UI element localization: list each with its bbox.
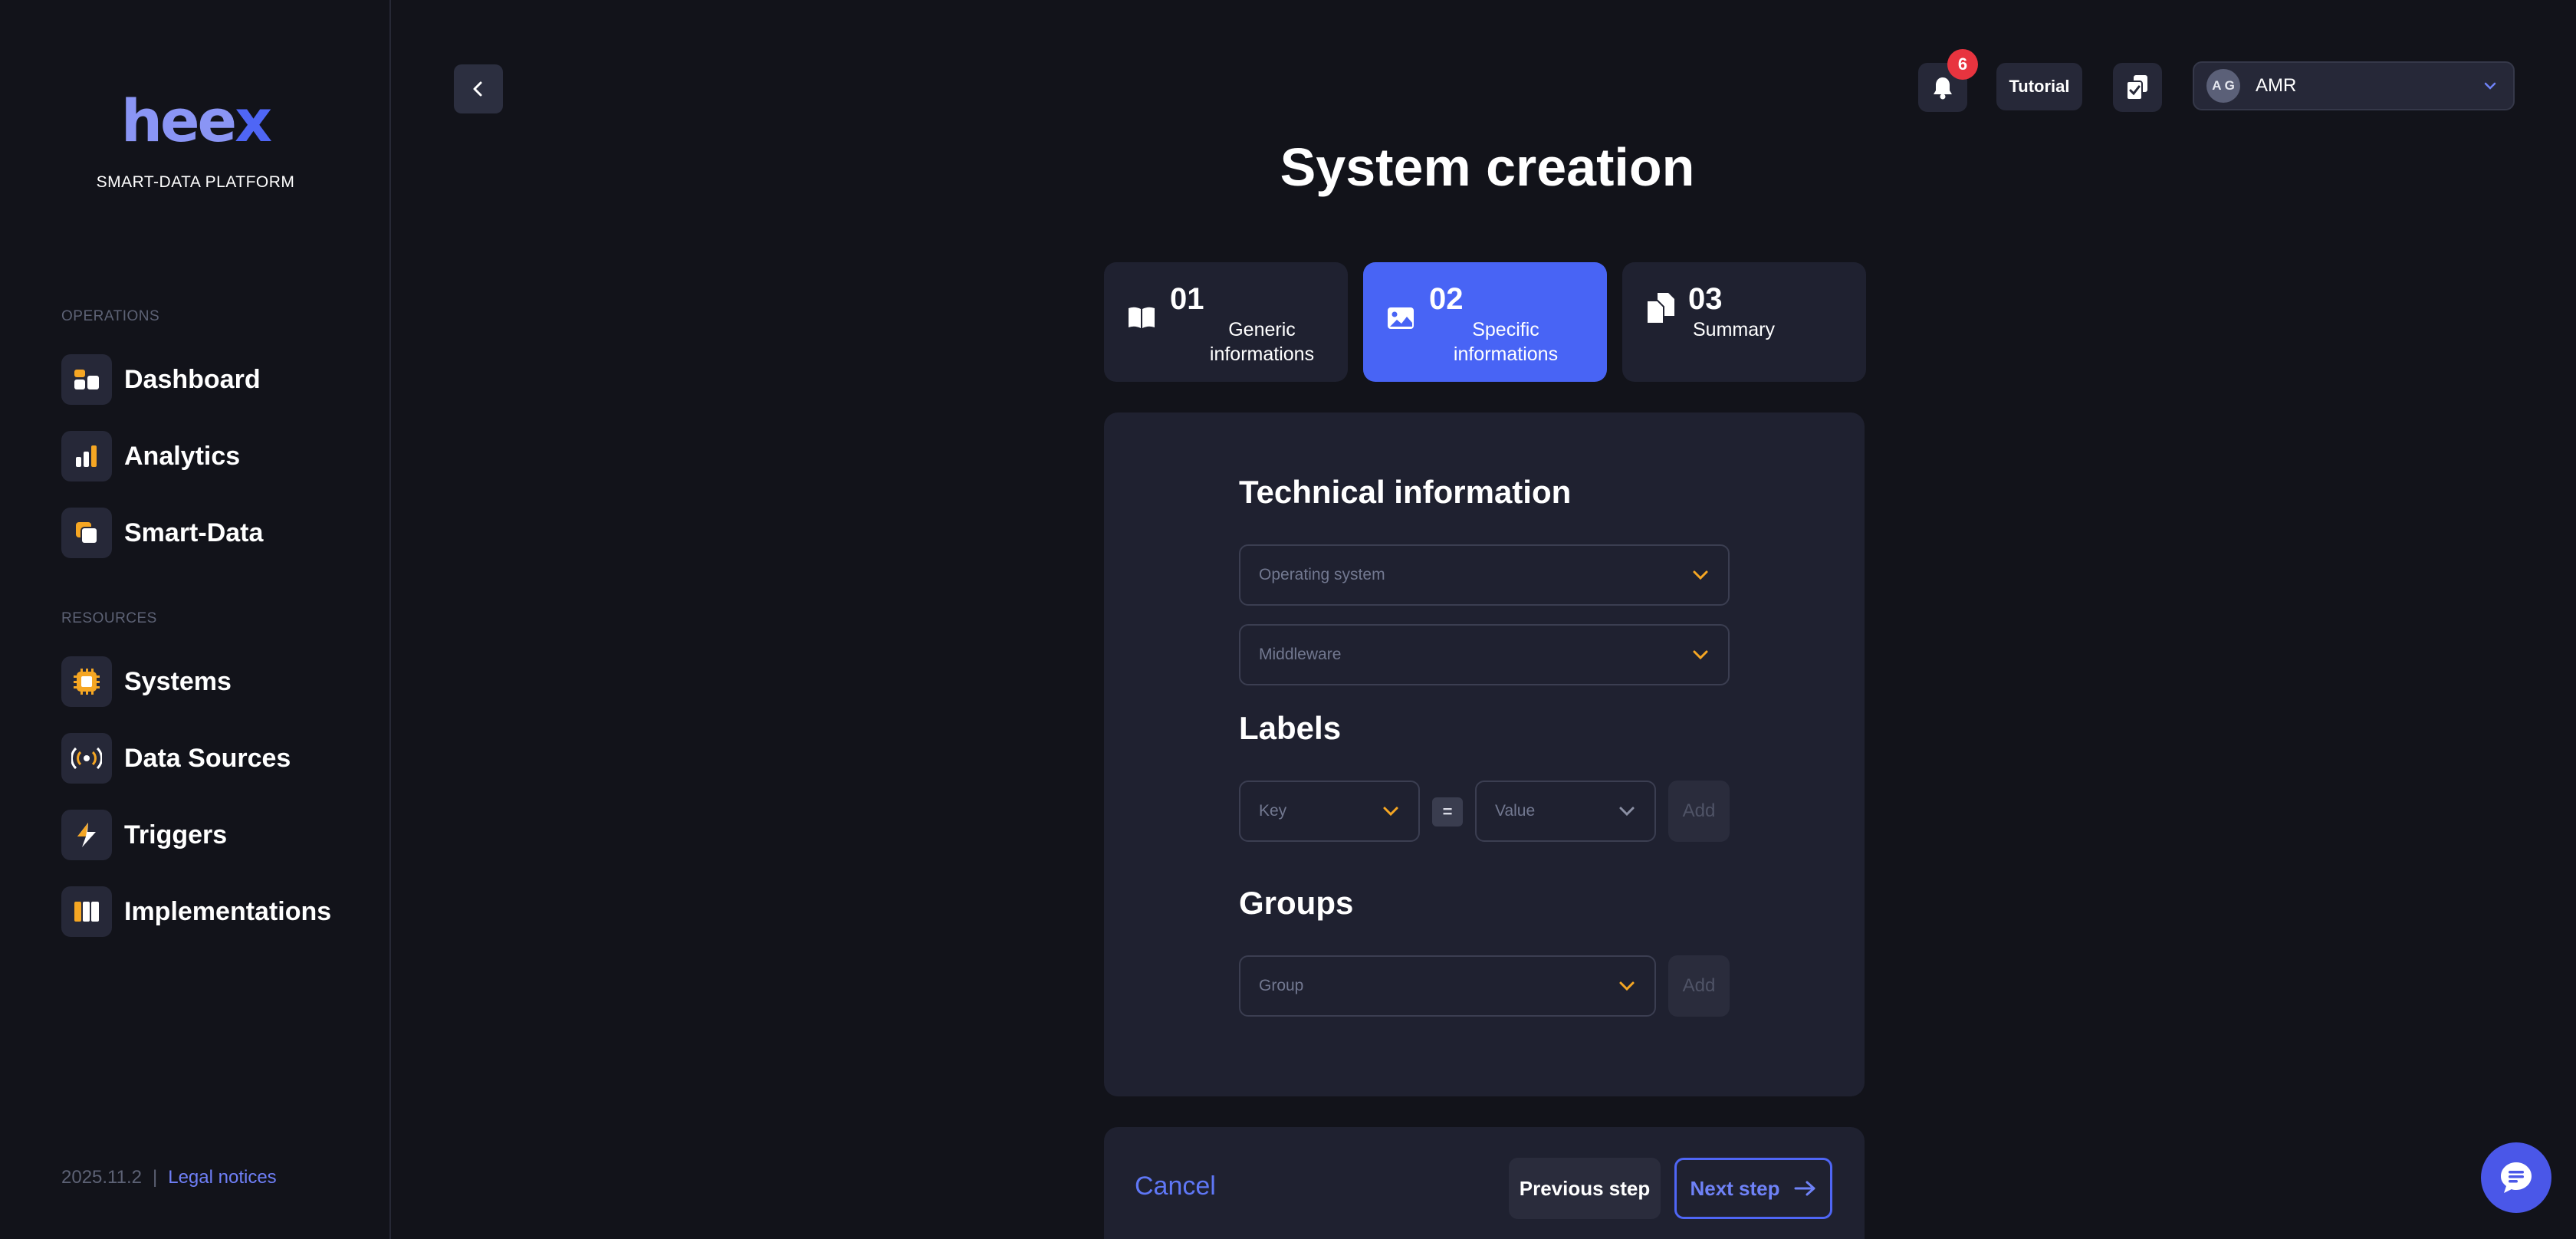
app-version: 2025.11.2 <box>61 1167 142 1188</box>
sidebar-item-label: Analytics <box>124 441 241 471</box>
cancel-button[interactable]: Cancel <box>1135 1172 1216 1201</box>
previous-step-button[interactable]: Previous step <box>1509 1158 1661 1219</box>
groups-heading: Groups <box>1239 885 1354 921</box>
dashboard-icon <box>61 354 112 405</box>
book-icon <box>1129 307 1155 328</box>
bell-icon <box>1934 77 1952 100</box>
chevron-down-icon <box>1693 570 1708 580</box>
chevron-down-icon <box>2484 82 2496 90</box>
copy-icon <box>1646 293 1674 324</box>
sidebar-item-analytics[interactable]: Analytics <box>61 430 240 482</box>
columns-icon <box>61 886 112 937</box>
sidebar-item-label: Implementations <box>124 896 332 926</box>
footer-separator: | <box>153 1167 158 1188</box>
sidebar-item-data-sources[interactable]: Data Sources <box>61 732 291 784</box>
technical-information-heading: Technical information <box>1239 474 1572 510</box>
sidebar-footer: 2025.11.2 | Legal notices <box>61 1167 277 1188</box>
step-number: 02 <box>1429 282 1464 316</box>
key-placeholder: Key <box>1259 802 1287 820</box>
legal-notices-link[interactable]: Legal notices <box>168 1167 276 1188</box>
sidebar-item-label: Dashboard <box>124 364 261 394</box>
chip-icon <box>61 656 112 707</box>
user-name: AMR <box>2256 75 2297 96</box>
labels-heading: Labels <box>1239 710 1342 746</box>
label-value-select[interactable]: Value <box>1475 781 1656 842</box>
step-number: 01 <box>1170 282 1204 316</box>
chevron-down-icon <box>1619 807 1635 817</box>
clipboard-button[interactable] <box>2113 63 2162 112</box>
add-group-button[interactable]: Add <box>1668 955 1730 1017</box>
step-specific-informations[interactable]: 02 Specific informations <box>1363 262 1607 382</box>
heex-logo[interactable]: heex <box>0 90 391 152</box>
image-icon <box>1388 307 1414 329</box>
sidebar-item-label: Systems <box>124 666 232 696</box>
sidebar-item-dashboard[interactable]: Dashboard <box>61 353 261 406</box>
label-key-select[interactable]: Key <box>1239 781 1420 842</box>
tutorial-button[interactable]: Tutorial <box>1996 63 2082 110</box>
sidebar: heex SMART-DATA PLATFORM OPERATIONS Dash… <box>0 0 391 1239</box>
sidebar-item-systems[interactable]: Systems <box>61 656 232 708</box>
sidebar-item-implementations[interactable]: Implementations <box>61 886 331 938</box>
chevron-left-icon <box>473 81 482 97</box>
operating-system-select[interactable]: Operating system <box>1239 544 1730 606</box>
avatar: A G <box>2206 69 2240 103</box>
step-label: Summary <box>1693 319 1775 340</box>
next-step-button[interactable]: Next step <box>1674 1158 1832 1219</box>
notification-count-badge: 6 <box>1947 49 1978 80</box>
analytics-icon <box>61 431 112 481</box>
step-label: Generic informations <box>1209 319 1315 365</box>
chat-bubble-icon <box>2501 1162 2532 1193</box>
step-label: Specific informations <box>1453 319 1559 365</box>
step-number: 03 <box>1688 282 1723 316</box>
sidebar-item-smart-data[interactable]: Smart-Data <box>61 507 263 559</box>
arrow-right-icon <box>1794 1181 1815 1196</box>
lightning-icon <box>61 810 112 860</box>
chevron-down-icon <box>1693 650 1708 660</box>
operating-system-placeholder: Operating system <box>1259 566 1385 583</box>
back-button[interactable] <box>454 64 503 113</box>
equals-sign: = <box>1432 797 1463 827</box>
group-placeholder: Group <box>1259 977 1304 994</box>
smart-data-icon <box>61 508 112 558</box>
chevron-down-icon <box>1383 807 1398 817</box>
section-title-operations: OPERATIONS <box>61 308 160 324</box>
page-title: System creation <box>1280 137 1695 197</box>
sidebar-item-label: Data Sources <box>124 743 291 773</box>
add-label-button[interactable]: Add <box>1668 781 1730 842</box>
chevron-down-icon <box>1619 981 1635 991</box>
step-summary[interactable]: 03 Summary <box>1622 262 1866 382</box>
middleware-placeholder: Middleware <box>1259 646 1342 663</box>
next-step-label: Next step <box>1690 1176 1780 1200</box>
platform-tagline: SMART-DATA PLATFORM <box>96 173 295 191</box>
sidebar-item-triggers[interactable]: Triggers <box>61 809 227 861</box>
chat-support-button[interactable] <box>2481 1142 2551 1213</box>
user-menu-select[interactable]: A G AMR <box>2193 61 2515 110</box>
clipboard-check-icon <box>2126 75 2147 100</box>
sidebar-item-label: Triggers <box>124 820 228 850</box>
value-placeholder: Value <box>1495 802 1536 820</box>
middleware-select[interactable]: Middleware <box>1239 624 1730 685</box>
broadcast-icon <box>61 733 112 784</box>
group-select[interactable]: Group <box>1239 955 1656 1017</box>
step-generic-informations[interactable]: 01 Generic informations <box>1104 262 1348 382</box>
section-title-resources: RESOURCES <box>61 610 157 626</box>
sidebar-item-label: Smart-Data <box>124 518 264 547</box>
